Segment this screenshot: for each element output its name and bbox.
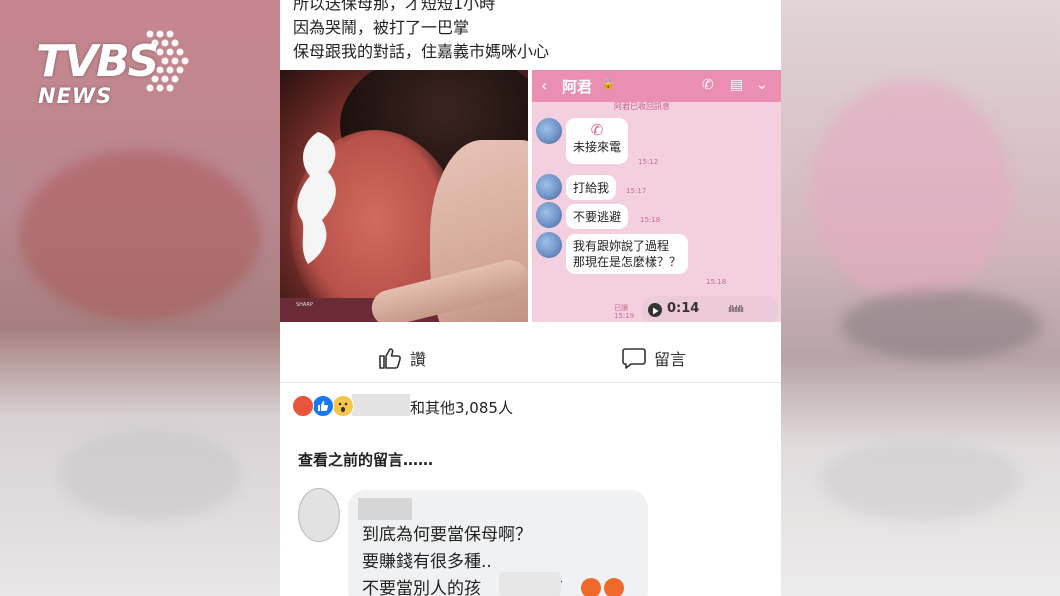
voice-duration: 0:14 (667, 301, 700, 316)
wow-reaction-icon (332, 395, 354, 417)
background-right (781, 0, 1060, 596)
like-reaction-icon (312, 395, 334, 417)
speech-bubble-icon (622, 348, 646, 369)
contact-avatar (536, 118, 562, 144)
contact-avatar (536, 232, 562, 258)
camera-watermark: SHARP (296, 302, 313, 308)
message-text: 那現在是怎麼樣？？ (573, 255, 682, 269)
missed-call-icon: ✆ (590, 121, 604, 139)
message-time: 15:12 (638, 158, 659, 166)
message-time: 15:18 (640, 216, 661, 224)
redacted-name (352, 394, 410, 416)
like-label: 讚 (410, 350, 427, 369)
voice-message[interactable]: 0:14 ıllıılıllı (642, 296, 778, 322)
lock-icon: 🔒 (602, 79, 615, 90)
phone-icon[interactable]: ✆ (702, 77, 714, 93)
post-action-bar: 讚 留言 (280, 338, 781, 383)
angry-emoji-icon (604, 578, 624, 596)
facebook-post: 所以送保母那，才短短1小時 因為哭鬧，被打了一巴掌 保母跟我的對話，住嘉義市媽咪… (280, 0, 781, 596)
like-button[interactable]: 讚 (378, 346, 426, 370)
privacy-scribble (297, 132, 336, 264)
chevron-down-icon[interactable]: ⌄ (756, 77, 768, 93)
comment-bubble: 到底為何要當保母啊？ 要賺錢有很多種.. 不要當別人的孩了 (348, 490, 648, 596)
redacted-text (499, 572, 561, 596)
read-label: 已讀 (614, 304, 628, 312)
commenter-avatar[interactable] (298, 488, 340, 542)
post-line: 保母跟我的對話，住嘉義市媽咪小心 (293, 42, 550, 61)
message-text: 我有跟妳說了過程 (573, 239, 670, 253)
notes-icon[interactable]: ▤ (730, 77, 743, 93)
logo-sub: NEWS (38, 84, 113, 108)
thumbs-up-icon (379, 348, 401, 369)
message-bubble: 打給我 (566, 175, 617, 200)
chat-header: ‹ 阿君 🔒 ✆ ▤ ⌄ (532, 70, 781, 102)
comment-button[interactable]: 留言 (622, 346, 686, 370)
voice-time: 15:19 (614, 312, 635, 320)
logo-dots-icon (146, 30, 189, 92)
waveform-icon: ıllıılıllı (728, 305, 744, 315)
message-time: 15:18 (706, 278, 727, 286)
comment-label: 留言 (654, 350, 687, 369)
contact-avatar (536, 174, 562, 200)
reaction-icons[interactable] (292, 395, 354, 417)
system-note: 阿君已收回訊息 (614, 102, 670, 111)
post-text: 所以送保母那，才短短1小時 因為哭鬧，被打了一巴掌 保母跟我的對話，住嘉義市媽咪… (293, 0, 549, 64)
message-time: 15:17 (626, 187, 647, 195)
post-line: 因為哭鬧，被打了一巴掌 (293, 18, 470, 37)
line-chat-screenshot[interactable]: ‹ 阿君 🔒 ✆ ▤ ⌄ 阿君已收回訊息 ✆ 未接來電 15:12 打給我 15… (532, 70, 781, 322)
message-bubble: 我有跟妳說了過程 那現在是怎麼樣？？ (566, 234, 689, 274)
play-icon[interactable] (648, 303, 662, 317)
angry-emoji-icon (581, 578, 601, 596)
angry-reaction-icon (292, 395, 314, 417)
post-line: 所以送保母那，才短短1小時 (293, 0, 496, 13)
message-text: 未接來電 (573, 140, 622, 154)
message-bubble: 不要逃避 (566, 204, 629, 229)
chat-contact-name: 阿君 (562, 78, 593, 96)
post-photo-injury[interactable]: SHARP (280, 70, 528, 322)
comment-line: 到底為何要當保母啊？ (362, 525, 532, 545)
commenter-name-redacted (358, 498, 412, 520)
tvbs-news-logo: TVBS NEWS (32, 28, 189, 110)
back-arrow-icon[interactable]: ‹ (541, 76, 547, 95)
reaction-summary[interactable]: 和其他3,085人 (410, 397, 513, 418)
voice-read-receipt: 已讀 15:19 (614, 304, 634, 320)
comment-line-start: 不要當別人的孩 (362, 579, 481, 596)
message-bubble: ✆ 未接來電 (566, 118, 629, 164)
contact-avatar (536, 202, 562, 228)
view-previous-comments[interactable]: 查看之前的留言…… (298, 449, 433, 470)
